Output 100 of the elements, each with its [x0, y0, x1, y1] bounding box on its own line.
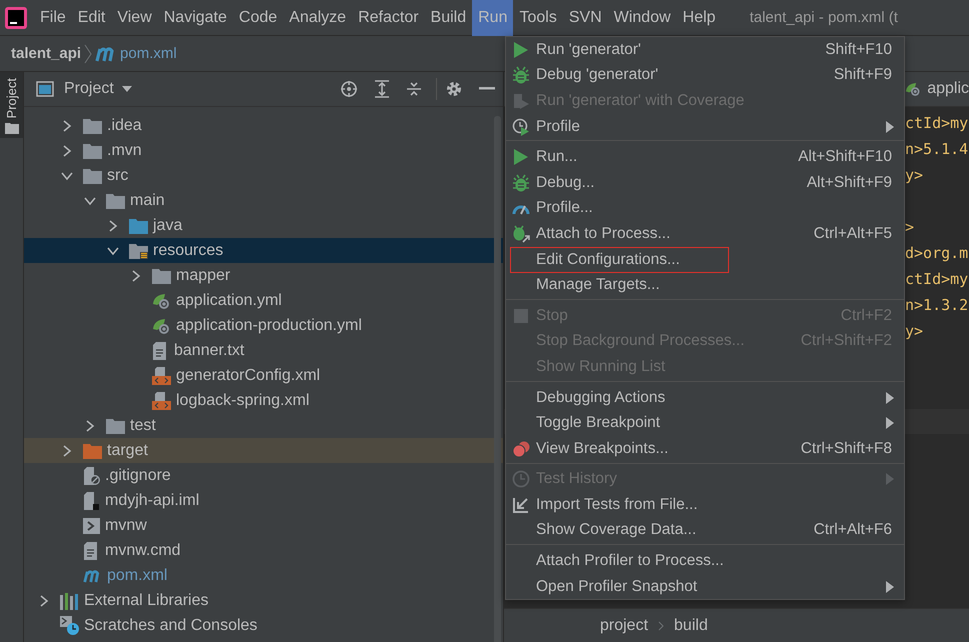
tree-item-label[interactable]: mvnw.cmd — [105, 542, 181, 560]
tree-item-label[interactable]: Scratches and Consoles — [84, 616, 258, 634]
tree-item-label[interactable]: target — [107, 442, 148, 460]
menu-item[interactable]: Run 'generator' — [536, 40, 642, 59]
menu-item[interactable]: View — [111, 0, 158, 36]
text-file-icon — [152, 342, 169, 360]
menu-item[interactable]: Debug 'generator' — [536, 66, 658, 84]
collapsed-chevron-icon[interactable] — [84, 420, 96, 432]
code-line: > — [905, 218, 916, 236]
stop-icon — [514, 308, 528, 323]
text-file-icon — [83, 542, 100, 560]
tree-item-label[interactable]: logback-spring.xml — [176, 392, 310, 410]
collapsed-chevron-icon[interactable] — [107, 220, 119, 232]
window-title: talent_api - pom.xml (t — [750, 9, 898, 26]
expand-all-icon[interactable] — [374, 80, 390, 98]
collapsed-chevron-icon[interactable] — [61, 144, 73, 156]
editor-breadcrumb[interactable]: build — [674, 616, 708, 634]
menu-item[interactable]: Debugging Actions — [536, 388, 666, 407]
coverage-icon — [512, 92, 530, 110]
dropdown-caret-icon[interactable] — [122, 86, 132, 92]
minimize-icon[interactable] — [479, 87, 495, 91]
menu-item[interactable]: Window — [608, 0, 677, 36]
tree-item-label[interactable]: .idea — [107, 116, 142, 134]
tree-item-label[interactable]: banner.txt — [174, 342, 244, 360]
tree-item-label[interactable]: mvnw — [105, 516, 147, 534]
menu-item[interactable]: Profile — [536, 118, 580, 136]
menu-item[interactable]: SVN — [562, 0, 608, 36]
code-line: y> — [905, 166, 924, 184]
menu-item[interactable]: Help — [676, 0, 722, 36]
menu-item[interactable]: Manage Targets... — [536, 276, 660, 294]
tree-item-label[interactable]: application.yml — [176, 292, 282, 310]
menu-item[interactable]: Edit Configurations... — [511, 248, 728, 272]
code-line: y> — [905, 322, 924, 340]
code-line: d>org.m — [905, 244, 969, 262]
locate-icon[interactable] — [340, 80, 358, 98]
menu-item[interactable]: Open Profiler Snapshot — [536, 578, 698, 596]
menu-item[interactable]: Code — [232, 0, 284, 36]
menu-item[interactable]: Navigate — [158, 0, 233, 36]
folder-icon — [83, 142, 102, 158]
maven-icon — [83, 568, 102, 584]
collapsed-chevron-icon[interactable] — [130, 270, 142, 282]
tree-item-label[interactable]: generatorConfig.xml — [176, 366, 320, 384]
scratches-icon — [60, 616, 79, 635]
shell-script-icon — [83, 518, 100, 534]
settings-icon[interactable] — [445, 80, 463, 98]
tree-item-label[interactable]: src — [107, 166, 128, 184]
tree-item-label[interactable]: application-production.yml — [176, 316, 362, 334]
editor-breadcrumb[interactable]: project — [600, 616, 648, 634]
shortcut-label: Ctrl+Shift+F8 — [800, 440, 892, 458]
menu-item[interactable]: Debug... — [536, 174, 595, 192]
menu-item[interactable]: Toggle Breakpoint — [536, 414, 660, 432]
code-line: ctId>my — [905, 114, 969, 132]
menu-item[interactable]: Run... — [536, 148, 578, 166]
menu-item[interactable]: Tools — [513, 0, 563, 36]
menu-item[interactable]: File — [34, 0, 72, 36]
tree-item-label[interactable]: .gitignore — [105, 466, 171, 484]
menu-item[interactable]: Analyze — [283, 0, 352, 36]
import-icon — [513, 496, 529, 513]
breadcrumb-file[interactable]: pom.xml — [120, 45, 177, 62]
menu-item[interactable]: Refactor — [352, 0, 425, 36]
code-line: n>5.1.4 — [905, 140, 969, 158]
folder-icon — [106, 418, 125, 434]
tree-item-label[interactable]: resources — [153, 242, 224, 260]
menu-item[interactable]: Build — [424, 0, 472, 36]
xml-file-icon — [152, 366, 171, 384]
folder-icon — [83, 168, 102, 184]
collapse-all-icon[interactable] — [406, 80, 422, 98]
breadcrumb-project[interactable]: talent_api — [11, 45, 82, 62]
breakpoints-icon — [512, 440, 530, 457]
libraries-icon — [60, 592, 79, 610]
spring-config-icon — [152, 316, 171, 334]
tree-item-label[interactable]: mapper — [176, 266, 230, 284]
menu-item[interactable]: Profile... — [536, 199, 593, 218]
menu-item[interactable]: Attach Profiler to Process... — [536, 552, 724, 570]
folder-icon — [83, 442, 102, 458]
panel-icon — [36, 81, 54, 97]
tree-item-label[interactable]: pom.xml — [107, 566, 168, 584]
menu-item[interactable]: View Breakpoints... — [536, 440, 668, 458]
ignored-file-icon — [83, 466, 100, 484]
menu-item[interactable]: Edit — [72, 0, 112, 36]
collapsed-chevron-icon[interactable] — [61, 120, 73, 132]
menu-item[interactable]: Show Coverage Data... — [536, 521, 696, 540]
tree-item-label[interactable]: test — [130, 416, 156, 434]
menu-item[interactable]: Attach to Process... — [536, 224, 670, 243]
expanded-chevron-icon[interactable] — [61, 170, 73, 182]
collapsed-chevron-icon[interactable] — [38, 594, 50, 606]
expanded-chevron-icon[interactable] — [107, 244, 119, 256]
tree-item-label[interactable]: External Libraries — [84, 592, 208, 610]
tree-item-label[interactable]: main — [130, 192, 165, 210]
profiler-clock-icon — [512, 118, 530, 136]
code-line: ctId>my — [905, 270, 969, 288]
scrollbar[interactable] — [494, 116, 501, 642]
collapsed-chevron-icon[interactable] — [61, 444, 73, 456]
panel-title[interactable]: Project — [64, 80, 114, 98]
menu-item[interactable]: Import Tests from File... — [536, 496, 698, 514]
tree-item-label[interactable]: .mvn — [107, 142, 142, 160]
expanded-chevron-icon[interactable] — [84, 194, 96, 206]
tree-item-label[interactable]: java — [153, 216, 182, 234]
editor-tab[interactable]: applic — [905, 72, 969, 106]
tree-item-label[interactable]: mdyjh-api.iml — [105, 492, 200, 510]
